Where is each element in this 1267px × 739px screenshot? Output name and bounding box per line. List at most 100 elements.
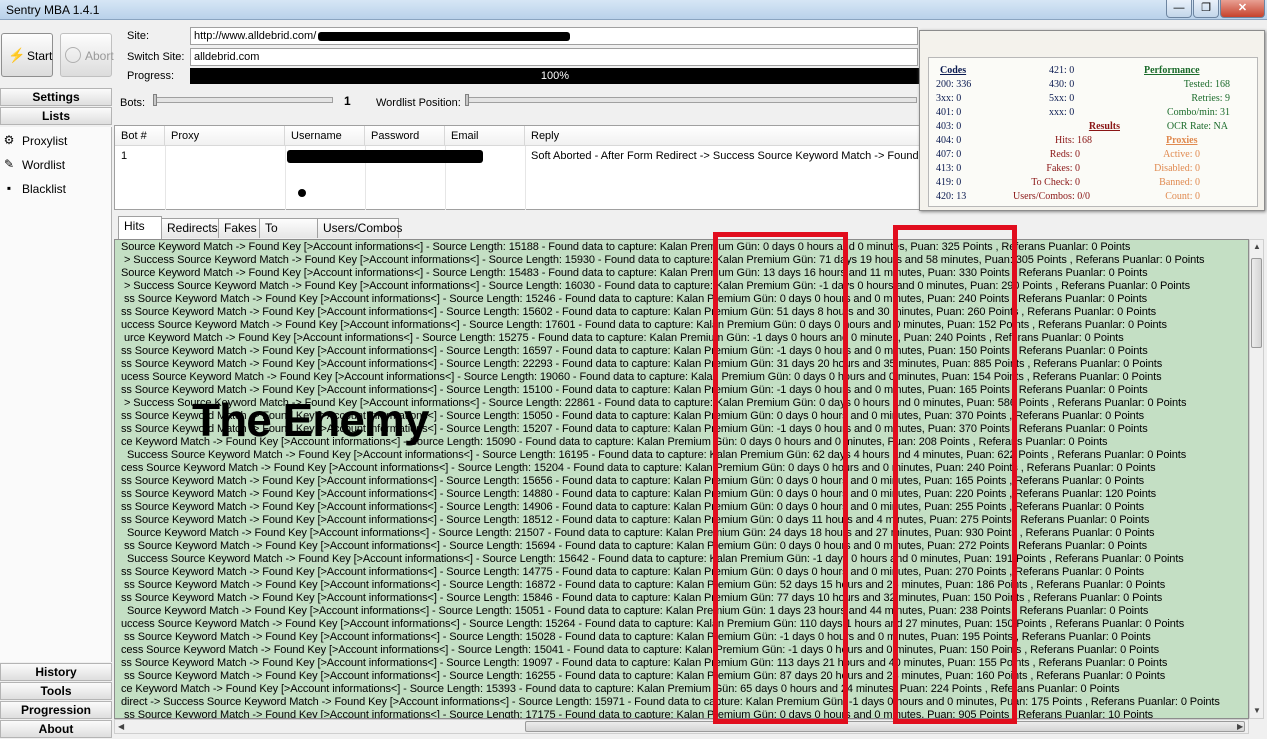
code-421: 421: 0: [1049, 65, 1075, 76]
tab-users-combos[interactable]: Users/Combos: [317, 218, 402, 238]
abort-button[interactable]: Abort: [60, 33, 114, 77]
maximize-button[interactable]: ❐: [1193, 0, 1219, 18]
reply-cell: Soft Aborted - After Form Redirect -> Su…: [531, 150, 921, 162]
vertical-scroll-thumb[interactable]: [1251, 258, 1262, 348]
code-404: 404: 0: [936, 135, 962, 146]
lists-panel: ⚙ Proxylist ✎ Wordlist ▪ Blacklist: [0, 127, 112, 662]
sidebar-item-label: Wordlist: [22, 158, 66, 172]
results-to-check: To Check: 0: [1031, 177, 1080, 188]
sidebar-item-wordlist[interactable]: ✎ Wordlist: [0, 155, 110, 175]
wordlist-slider-handle[interactable]: [465, 94, 469, 106]
log-line: > Success Source Keyword Match -> Found …: [124, 280, 1190, 292]
proxies-disabled: Disabled: 0: [1154, 163, 1200, 174]
code-401: 401: 0: [936, 107, 962, 118]
tab-to-check[interactable]: To Check: [259, 218, 318, 253]
progression-button[interactable]: Progression: [0, 701, 112, 719]
results-fakes: Fakes: 0: [1046, 163, 1080, 174]
log-line: > Success Source Keyword Match -> Found …: [124, 254, 1205, 266]
start-button[interactable]: ⚡ Start: [1, 33, 53, 77]
app-window: Sentry MBA 1.4.1 — ❐ ✕ ⚡ Start Abort Sit…: [0, 0, 1267, 739]
proxies-count: Count: 0: [1165, 191, 1200, 202]
start-label: Start: [27, 49, 53, 63]
code-419: 419: 0: [936, 177, 962, 188]
code-200: 200: 336: [936, 79, 972, 90]
highlight-box-points: [893, 225, 1017, 724]
bots-slider[interactable]: [153, 94, 333, 106]
column-header-password[interactable]: Password: [365, 126, 445, 146]
history-button[interactable]: History: [0, 663, 112, 681]
column-divider: [285, 146, 286, 210]
scroll-right-icon[interactable]: ▶: [1237, 722, 1243, 731]
scroll-left-icon[interactable]: ◀: [118, 722, 124, 731]
hits-log[interactable]: Source Keyword Match -> Found Key [>Acco…: [114, 239, 1249, 719]
code-5xx: 5xx: 0: [1049, 93, 1075, 104]
horizontal-scrollbar[interactable]: ◀ ▶: [114, 719, 1249, 734]
site-label: Site:: [127, 30, 150, 42]
code-407: 407: 0: [936, 149, 962, 160]
log-line: uccess Source Keyword Match -> Found Key…: [121, 618, 1185, 630]
proxies-active: Active: 0: [1163, 149, 1200, 160]
progress-text: 100%: [540, 70, 570, 82]
tools-button[interactable]: Tools: [0, 682, 112, 700]
column-header-username[interactable]: Username: [285, 126, 365, 146]
redaction-bar: [318, 32, 570, 41]
lightning-icon: ⚡: [8, 47, 26, 63]
title-bar: Sentry MBA 1.4.1 — ❐ ✕: [0, 0, 1267, 20]
column-divider: [165, 146, 166, 210]
annotation-text: The Enemy: [192, 394, 429, 446]
site-value: http://www.alldebrid.com/: [194, 30, 317, 42]
tab-hits[interactable]: Hits: [118, 216, 162, 239]
tab-redirects[interactable]: Redirects: [161, 218, 219, 238]
lists-button[interactable]: Lists: [0, 107, 112, 125]
proxies-banned: Banned: 0: [1159, 177, 1200, 188]
bots-slider-handle[interactable]: [153, 94, 157, 106]
column-header-bot[interactable]: Bot #: [115, 126, 165, 146]
abort-label: Abort: [85, 49, 114, 63]
codes-header: Codes: [940, 65, 967, 76]
code-430: 430: 0: [1049, 79, 1075, 90]
performance-tested: Tested: 168: [1183, 79, 1230, 90]
code-3xx: 3xx: 0: [936, 93, 962, 104]
wordlist-position-slider[interactable]: [465, 94, 917, 106]
settings-button[interactable]: Settings: [0, 88, 112, 106]
vertical-scrollbar[interactable]: ▲ ▼: [1249, 239, 1264, 719]
gear-icon: ⚙: [3, 133, 15, 147]
sidebar-item-proxylist[interactable]: ⚙ Proxylist: [0, 131, 110, 151]
performance-ocr-rate: OCR Rate: NA: [1166, 121, 1228, 132]
performance-retries: Retries: 9: [1191, 93, 1230, 104]
about-button[interactable]: About: [0, 720, 112, 738]
column-header-email[interactable]: Email: [445, 126, 525, 146]
log-line: direct -> Success Source Keyword Match -…: [121, 696, 1220, 708]
wordlist-position-label: Wordlist Position:: [376, 97, 461, 109]
log-line: Success Source Keyword Match -> Found Ke…: [127, 449, 1187, 461]
column-header-reply[interactable]: Reply: [525, 126, 921, 146]
scroll-up-icon[interactable]: ▲: [1253, 242, 1261, 251]
scroll-down-icon[interactable]: ▼: [1253, 706, 1261, 715]
code-403: 403: 0: [936, 121, 962, 132]
performance-combo-min: Combo/min: 31: [1166, 107, 1230, 118]
tab-fakes[interactable]: Fakes: [218, 218, 260, 238]
performance-header: Performance: [1144, 65, 1200, 76]
close-button[interactable]: ✕: [1220, 0, 1265, 18]
column-header-proxy[interactable]: Proxy: [165, 126, 285, 146]
switch-site-input[interactable]: alldebrid.com: [190, 48, 918, 66]
results-header: Results: [1088, 121, 1120, 132]
log-line: Success Source Keyword Match -> Found Ke…: [127, 553, 1184, 565]
window-title: Sentry MBA 1.4.1: [6, 3, 100, 17]
proxies-header: Proxies: [1166, 135, 1198, 146]
sidebar-item-label: Proxylist: [22, 134, 68, 148]
redaction-dot: [298, 189, 306, 197]
stop-circle-icon: [65, 47, 81, 63]
code-xxx: xxx: 0: [1049, 107, 1075, 118]
bots-label: Bots:: [120, 97, 146, 109]
sidebar-item-blacklist[interactable]: ▪ Blacklist: [0, 179, 110, 199]
close-icon: ✕: [1237, 2, 1248, 14]
switch-site-label: Switch Site:: [127, 51, 185, 63]
horizontal-scroll-thumb[interactable]: [525, 721, 1245, 732]
bot-table: Bot # Proxy Username Password Email Repl…: [114, 125, 922, 210]
sidebar-item-label: Blacklist: [22, 182, 67, 196]
minimize-button[interactable]: —: [1166, 0, 1192, 18]
tab-bar: Hits Redirects Fakes To Check Users/Comb…: [114, 216, 1264, 253]
switch-site-value: alldebrid.com: [194, 51, 260, 63]
pencil-icon: ✎: [3, 157, 15, 171]
